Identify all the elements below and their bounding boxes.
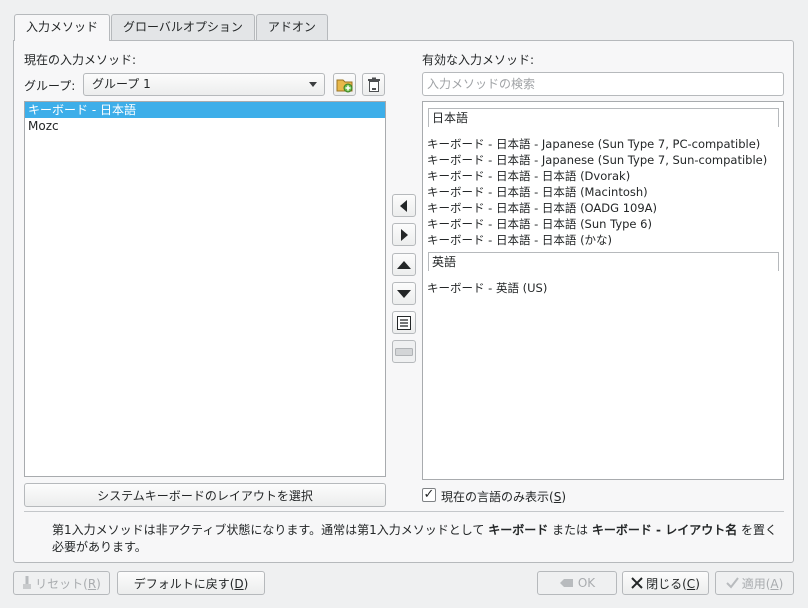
ok-label: OK [577,576,596,590]
arrow-up-icon [397,260,411,269]
apply-label: 適用(A) [741,576,784,591]
list-item[interactable]: キーボード - 日本語 - Japanese (Sun Type 7, PC-c… [427,136,760,152]
remove-method-button[interactable] [392,194,416,217]
tab-input-methods[interactable]: 入力メソッド [14,14,111,41]
group-select[interactable]: グループ 1 [83,73,325,96]
note-bold-keyboard: キーボード [488,523,549,537]
list-item[interactable]: キーボード - 日本語 - 日本語 (かな) [427,232,612,248]
note-bold-layout: キーボード - レイアウト名 [591,523,738,537]
trash-icon [367,77,380,92]
checkmark-icon: ✓ [423,487,435,502]
checkmark-icon [725,577,739,589]
configure-method-button[interactable] [392,311,416,334]
close-label: 閉じる(C) [646,576,700,591]
only-current-language-text: 現在の言語のみ表示( [441,490,554,504]
arrow-down-icon [397,289,411,298]
reset-label: リセット(R) [35,576,101,591]
current-methods-label: 現在の入力メソッド: [24,53,137,67]
select-system-keyboard-layout-button[interactable]: システムキーボードのレイアウトを選択 [24,483,386,507]
apply-button[interactable]: 適用(A) [715,571,794,595]
keyboard-layout-button[interactable] [392,340,416,363]
list-item[interactable]: キーボード - 日本語 - Japanese (Sun Type 7, Sun-… [427,152,767,168]
list-item[interactable]: キーボード - 日本語 [25,102,385,118]
list-item[interactable]: キーボード - 日本語 - 日本語 (OADG 109A) [427,200,657,216]
list-item[interactable]: キーボード - 日本語 - 日本語 (Macintosh) [427,184,648,200]
configure-icon [397,315,411,330]
only-current-language-end: ) [561,490,566,504]
group-select-value: グループ 1 [92,77,151,91]
restore-defaults-label: デフォルトに戻す(D) [133,576,249,591]
delete-group-button[interactable] [362,73,385,96]
search-input[interactable] [422,72,784,96]
only-current-language-label[interactable]: 現在の言語のみ表示(S) [441,488,566,505]
arrow-left-icon [400,199,407,212]
list-item[interactable]: キーボード - 日本語 - 日本語 (Dvorak) [427,168,630,184]
arrow-right-icon [401,228,408,241]
group-header-english[interactable]: 英語 [428,252,779,271]
available-methods-list[interactable]: 日本語 キーボード - 日本語 - Japanese (Sun Type 7, … [422,101,784,480]
keyboard-icon [395,347,413,356]
add-method-button[interactable] [392,223,416,246]
only-current-language-checkbox[interactable]: ✓ [422,488,436,502]
select-system-keyboard-layout-label: システムキーボードのレイアウトを選択 [97,488,313,503]
list-item[interactable]: Mozc [25,118,385,134]
current-methods-list[interactable]: キーボード - 日本語 Mozc [24,101,386,477]
tab-addons[interactable]: アドオン [255,14,328,40]
note-text: または [548,523,592,537]
restore-defaults-button[interactable]: デフォルトに戻す(D) [117,571,265,595]
group-header-japanese[interactable]: 日本語 [428,108,779,127]
available-methods-label: 有効な入力メソッド: [422,53,535,67]
info-note: 第1入力メソッドは非アクティブ状態になります。通常は第1入力メソッドとして キー… [52,522,782,556]
ok-icon [559,579,573,587]
ok-button[interactable]: OK [537,571,617,595]
close-icon [631,577,643,589]
folder-add-icon [336,79,352,92]
move-down-button[interactable] [392,282,416,305]
brush-icon [23,576,32,589]
move-up-button[interactable] [392,253,416,276]
note-text: 第1入力メソッドは非アクティブ状態になります。通常は第1入力メソッドとして [52,523,489,537]
chevron-down-icon [309,82,317,87]
list-item[interactable]: キーボード - 英語 (US) [427,280,547,296]
group-label: グループ: [24,79,76,93]
reset-button[interactable]: リセット(R) [13,571,110,595]
list-item[interactable]: キーボード - 日本語 - 日本語 (Sun Type 6) [427,216,652,232]
separator [24,511,784,512]
tab-bar: 入力メソッド グローバルオプション アドオン [14,14,329,41]
close-button[interactable]: 閉じる(C) [622,571,709,595]
tab-global-options[interactable]: グローバルオプション [111,14,255,40]
add-group-button[interactable] [333,73,356,96]
